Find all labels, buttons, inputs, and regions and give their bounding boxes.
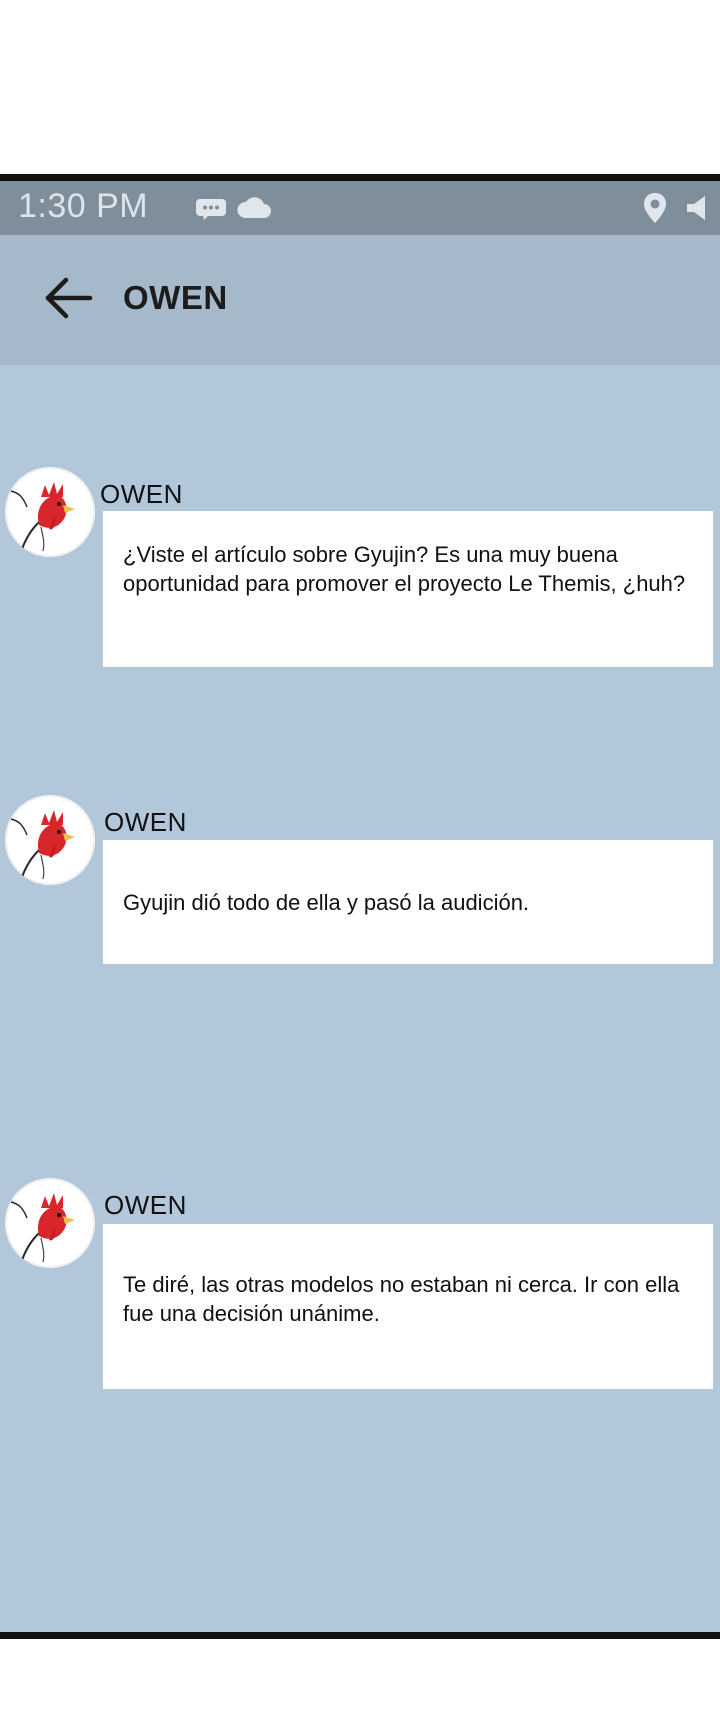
- sender-name: OWEN: [100, 479, 183, 509]
- avatar[interactable]: [5, 1178, 95, 1268]
- status-bar: 1:30 PM: [0, 181, 720, 235]
- message-bubble[interactable]: Te diré, las otras modelos no estaban ni…: [103, 1224, 713, 1389]
- phone-screen: 1:30 PM OWEN OWEN ¿Viste el artículo sob…: [0, 174, 720, 1639]
- status-time: 1:30 PM: [18, 187, 149, 225]
- message-text: Te diré, las otras modelos no estaban ni…: [123, 1272, 680, 1326]
- message-item: OWEN Gyujin dió todo de ella y pasó la a…: [0, 795, 720, 965]
- avatar[interactable]: [5, 467, 95, 557]
- rooster-icon: [5, 795, 95, 885]
- back-button[interactable]: [42, 273, 94, 323]
- message-item: OWEN ¿Viste el artículo sobre Gyujin? Es…: [0, 467, 720, 667]
- message-text: ¿Viste el artículo sobre Gyujin? Es una …: [123, 542, 686, 596]
- rooster-icon: [5, 1178, 95, 1268]
- message-icon: [195, 198, 227, 225]
- volume-icon: [685, 194, 713, 227]
- arrow-left-icon: [42, 277, 94, 327]
- page: 1:30 PM OWEN OWEN ¿Viste el artículo sob…: [0, 0, 720, 1719]
- message-item: OWEN Te diré, las otras modelos no estab…: [0, 1178, 720, 1389]
- cloud-icon: [236, 196, 272, 225]
- message-bubble[interactable]: Gyujin dió todo de ella y pasó la audici…: [103, 840, 713, 964]
- sender-name: OWEN: [104, 1190, 187, 1220]
- app-bar: OWEN: [0, 235, 720, 365]
- sender-name: OWEN: [104, 807, 187, 837]
- message-text: Gyujin dió todo de ella y pasó la audici…: [123, 890, 530, 915]
- rooster-icon: [5, 467, 95, 557]
- message-bubble[interactable]: ¿Viste el artículo sobre Gyujin? Es una …: [103, 511, 713, 667]
- chat-title: OWEN: [123, 279, 228, 316]
- location-icon: [643, 192, 667, 229]
- avatar[interactable]: [5, 795, 95, 885]
